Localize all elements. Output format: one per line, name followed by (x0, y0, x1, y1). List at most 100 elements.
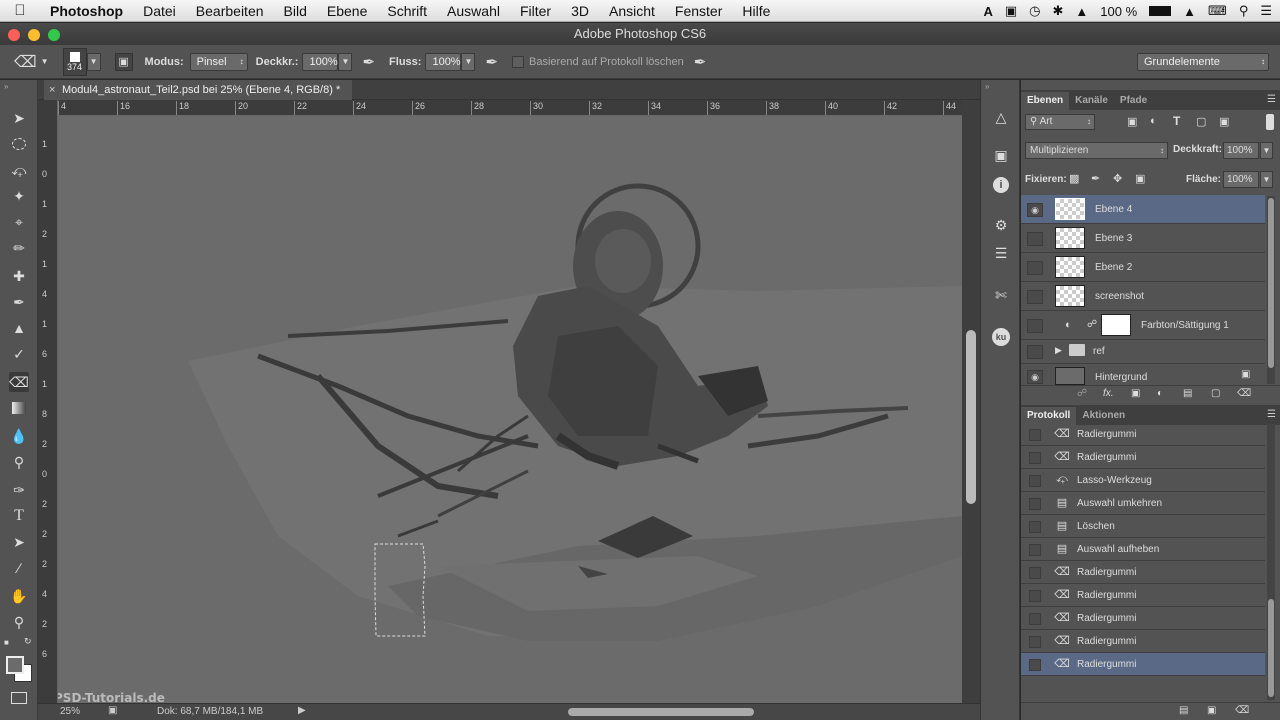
hand-tool-icon[interactable]: ✋ (9, 586, 29, 606)
add-mask-icon[interactable]: ▣ (1131, 388, 1140, 399)
menu-ansicht[interactable]: Ansicht (599, 3, 665, 19)
delete-layer-icon[interactable]: ⌫ (1237, 388, 1251, 399)
history-scroll-thumb[interactable] (1268, 599, 1274, 697)
dodge-tool-icon[interactable]: ⚲ (9, 452, 29, 472)
marquee-tool-icon[interactable] (9, 134, 29, 154)
history-item[interactable]: ▤ Löschen (1021, 515, 1265, 538)
history-item[interactable]: ▤ Auswahl umkehren (1021, 492, 1265, 515)
camera-icon[interactable]: ▣ (1005, 3, 1017, 19)
horizontal-scroll-thumb[interactable] (568, 708, 754, 716)
tool-presets-panel-icon[interactable]: ⚙ (990, 214, 1012, 236)
menu-bild[interactable]: Bild (274, 3, 317, 19)
history-scrollbar[interactable] (1267, 424, 1275, 700)
visibility-toggle[interactable] (1027, 261, 1043, 275)
layer-row-ebene-3[interactable]: Ebene 3 (1021, 224, 1265, 253)
menu-app[interactable]: Photoshop (40, 3, 133, 19)
history-snapshot-checkbox[interactable] (1029, 636, 1041, 648)
status-export-icon[interactable]: ▣ (108, 705, 117, 716)
history-item[interactable]: ⌫ Radiergummi (1021, 446, 1265, 469)
volume-icon[interactable]: ▲ (1183, 4, 1196, 19)
history-brush-tool-icon[interactable]: ✓ (9, 344, 29, 364)
history-snapshot-checkbox[interactable] (1029, 590, 1041, 602)
history-item[interactable]: ⌫ Radiergummi (1021, 584, 1265, 607)
delete-state-icon[interactable]: ⌫ (1235, 705, 1249, 716)
battery-label[interactable]: 100 % (1100, 4, 1137, 19)
layer-mask-thumbnail[interactable] (1101, 314, 1131, 336)
close-window-button[interactable] (8, 29, 20, 41)
pen-tool-icon[interactable]: ✑ (9, 480, 29, 500)
history-snapshot-checkbox[interactable] (1029, 498, 1041, 510)
history-item[interactable]: ⌫ Radiergummi (1021, 561, 1265, 584)
blur-tool-icon[interactable]: 💧 (9, 426, 29, 446)
history-item[interactable]: ⤽ Lasso-Werkzeug (1021, 469, 1265, 492)
opacity-dropdown[interactable]: ▼ (338, 52, 353, 71)
filter-shape-icon[interactable]: ▢ (1196, 115, 1206, 128)
history-snapshot-checkbox[interactable] (1029, 567, 1041, 579)
adobe-icon[interactable]: A (983, 4, 992, 19)
eraser-tool-icon[interactable]: ⌫ (9, 372, 29, 392)
zoom-tool-icon[interactable]: ⚲ (9, 612, 29, 632)
status-menu-arrow[interactable]: ▶ (298, 705, 306, 716)
history-snapshot-checkbox[interactable] (1029, 475, 1041, 487)
gradient-tool-icon[interactable] (9, 398, 29, 418)
strip-collapse-icon[interactable]: » (985, 82, 989, 91)
history-item[interactable]: ⌫ Radiergummi (1021, 423, 1265, 446)
visibility-toggle[interactable] (1027, 232, 1043, 246)
3d-panel-icon[interactable]: ▣ (990, 144, 1012, 166)
healing-brush-tool-icon[interactable]: ✚ (9, 266, 29, 286)
history-item[interactable]: ⌫ Radiergummi (1021, 630, 1265, 653)
filter-pixel-icon[interactable]: ▣ (1127, 115, 1137, 128)
document-tab[interactable]: × Modul4_astronaut_Teil2.psd bei 25% (Eb… (44, 80, 353, 100)
spotlight-search-icon[interactable]: ⚲ (1239, 3, 1249, 19)
foreground-color-swatch[interactable] (6, 656, 24, 674)
history-panel-menu-icon[interactable]: ☰ (1267, 409, 1276, 420)
vertical-ruler[interactable]: 1 0 1 2 1 4 1 6 1 8 2 0 2 2 2 4 2 6 (38, 100, 58, 703)
airbrush-icon[interactable]: ✒ (485, 53, 498, 71)
eyedropper-tool-icon[interactable]: ✏ (9, 238, 29, 258)
vertical-scroll-thumb[interactable] (966, 330, 976, 504)
filter-toggle-icon[interactable] (1266, 114, 1274, 130)
layers-scrollbar[interactable] (1267, 196, 1275, 384)
apple-icon[interactable]:  (0, 2, 40, 19)
history-snapshot-checkbox[interactable] (1029, 429, 1041, 441)
document-canvas[interactable]: PSD-Tutorials.de (58, 116, 962, 703)
tab-ebenen[interactable]: Ebenen (1021, 92, 1070, 110)
layers-panel-menu-icon[interactable]: ☰ (1267, 94, 1276, 105)
menu-bearbeiten[interactable]: Bearbeiten (186, 3, 274, 19)
crop-tool-icon[interactable]: ⌖ (9, 212, 29, 232)
lock-position-icon[interactable]: ✥ (1113, 172, 1122, 185)
menu-auswahl[interactable]: Auswahl (437, 3, 510, 19)
visibility-eye-icon[interactable]: ◉ (1027, 203, 1043, 217)
move-tool-icon[interactable]: ➤ (9, 108, 29, 128)
layer-style-icon[interactable]: fx. (1103, 388, 1114, 399)
clone-stamp-tool-icon[interactable]: ▲ (9, 318, 29, 338)
layer-row-screenshot[interactable]: screenshot (1021, 282, 1265, 311)
visibility-toggle[interactable] (1027, 319, 1043, 333)
battery-icon[interactable] (1149, 6, 1172, 16)
lock-transparency-icon[interactable]: ▩ (1069, 172, 1079, 185)
brush-size-picker[interactable]: 374 (62, 47, 87, 76)
default-colors-icon[interactable]: ■ (4, 638, 9, 647)
pressure-opacity-icon[interactable]: ✒ (362, 53, 375, 71)
brush-tool-icon[interactable]: ✒ (9, 292, 29, 312)
blend-mode-select[interactable]: Multiplizieren ↕ (1025, 142, 1168, 159)
history-item[interactable]: ▤ Auswahl aufheben (1021, 538, 1265, 561)
menu-hilfe[interactable]: Hilfe (732, 3, 780, 19)
layer-row-hue-saturation[interactable]: ◐ ☍ Farbton/Sättigung 1 (1021, 311, 1265, 340)
menu-3d[interactable]: 3D (561, 3, 599, 19)
fill-dropdown[interactable]: ▼ (1260, 171, 1273, 188)
link-layers-icon[interactable]: ☍ (1077, 388, 1087, 399)
history-snapshot-checkbox[interactable] (1029, 452, 1041, 464)
new-document-from-state-icon[interactable]: ▤ (1179, 705, 1188, 716)
swap-colors-icon[interactable]: ↻ (24, 636, 32, 647)
layer-group-ref[interactable]: ▶ ref (1021, 340, 1265, 364)
filter-adjustment-icon[interactable]: ◐ (1150, 115, 1157, 127)
time-machine-icon[interactable]: ◷ (1029, 3, 1040, 19)
history-snapshot-checkbox[interactable] (1029, 544, 1041, 556)
notification-list-icon[interactable]: ☰ (1260, 3, 1272, 19)
quick-mask-icon[interactable] (11, 692, 27, 704)
menu-fenster[interactable]: Fenster (665, 3, 732, 19)
keyboard-icon[interactable]: ⌨ (1208, 3, 1227, 19)
lock-all-icon[interactable]: ▣ (1135, 172, 1145, 185)
histogram-panel-icon[interactable]: △ (990, 106, 1012, 128)
